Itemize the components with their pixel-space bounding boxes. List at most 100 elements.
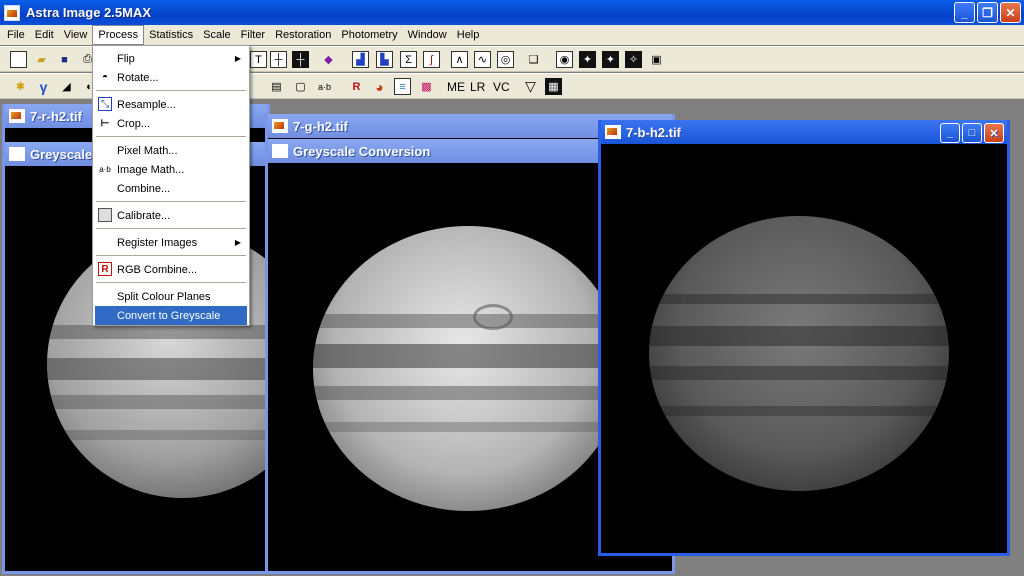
menu-photometry[interactable]: Photometry — [336, 25, 402, 45]
menu-item-label: Resample... — [117, 98, 176, 111]
great-red-spot — [473, 304, 513, 330]
grid-icon[interactable]: ┼ — [270, 51, 287, 68]
menu-item-label: Pixel Math... — [117, 144, 178, 157]
submenu-arrow-icon: ▶ — [234, 238, 241, 247]
red-window-title: 7-r-h2.tif — [30, 108, 82, 124]
save-icon[interactable]: ■ — [56, 51, 73, 68]
menu-help[interactable]: Help — [452, 25, 485, 45]
open-folder-icon[interactable]: ▰ — [33, 51, 50, 68]
star-small-icon[interactable]: ✧ — [625, 51, 642, 68]
blue-window-title: 7-b-h2.tif — [626, 124, 681, 140]
sigma-icon[interactable]: Σ — [400, 51, 417, 68]
app-title-bar[interactable]: Astra Image 2.5MAX _ ❐ ✕ — [0, 0, 1024, 25]
menu-item-split-colour-planes[interactable]: Split Colour Planes — [95, 287, 247, 306]
rgb-icon[interactable]: R — [348, 78, 365, 95]
image-icon — [272, 144, 288, 158]
histogram-stretch-icon[interactable]: ▙ — [376, 51, 393, 68]
menu-item-label: RGB Combine... — [117, 263, 198, 276]
image-math-tool[interactable]: a·b — [318, 78, 331, 95]
menu-separator — [96, 228, 246, 229]
menu-item-resample[interactable]: ⤡ Resample... — [95, 95, 247, 114]
menu-separator — [96, 282, 246, 283]
menu-separator — [96, 90, 246, 91]
minimize-button[interactable]: _ — [954, 2, 975, 23]
menu-item-pixel-math[interactable]: Pixel Math... — [95, 141, 247, 160]
menu-item-label: Split Colour Planes — [117, 290, 211, 303]
menu-file[interactable]: File — [2, 25, 30, 45]
calibrate-tool-icon[interactable]: ▤ — [268, 78, 285, 95]
color-bars-icon[interactable]: ≡ — [394, 78, 411, 95]
window-icon[interactable]: ▣ — [648, 51, 665, 68]
tool-t-icon[interactable]: T — [250, 51, 267, 68]
submenu-arrow-icon: ▶ — [234, 54, 241, 63]
jupiter-blue-image — [649, 216, 949, 491]
star-icon[interactable]: ✦ — [602, 51, 619, 68]
filter-icon[interactable]: ▽ — [522, 78, 539, 95]
gamma-icon[interactable]: γ — [35, 78, 52, 95]
blue-channel-window[interactable]: 7-b-h2.tif _ □ ✕ — [598, 120, 1010, 556]
green-child-title: Greyscale Conversion — [293, 143, 431, 159]
target-icon[interactable]: ◎ — [497, 51, 514, 68]
menu-item-label: Image Math... — [117, 163, 185, 176]
color-wheel-icon[interactable]: ◕ — [371, 78, 388, 95]
menu-item-label: Crop... — [117, 117, 151, 130]
menu-item-crop[interactable]: ⊢ Crop... — [95, 114, 247, 133]
resample-icon: ⤡ — [98, 97, 112, 111]
green-window-title: 7-g-h2.tif — [293, 118, 348, 134]
menu-item-rgb-combine[interactable]: R RGB Combine... — [95, 260, 247, 279]
menu-item-calibrate[interactable]: Calibrate... — [95, 206, 247, 225]
me-button[interactable]: ME — [447, 78, 465, 95]
rings-icon[interactable]: ◉ — [556, 51, 573, 68]
menu-bar: File Edit View Process Statistics Scale … — [0, 25, 1024, 45]
ramp-icon[interactable]: ◢ — [58, 78, 75, 95]
menu-item-label: Combine... — [117, 182, 171, 195]
grid-dark-icon[interactable]: ┼ — [292, 51, 309, 68]
menu-process[interactable]: Process — [92, 25, 145, 45]
menu-item-label: Register Images — [117, 236, 198, 249]
menu-restoration[interactable]: Restoration — [270, 25, 336, 45]
menu-scale[interactable]: Scale — [198, 25, 236, 45]
calibrate-icon — [98, 208, 112, 222]
child-close-button[interactable]: ✕ — [984, 123, 1004, 143]
image-icon — [272, 119, 288, 133]
image-math-icon: a·b — [99, 164, 111, 174]
layers-icon[interactable]: ❑ — [525, 51, 542, 68]
menu-edit[interactable]: Edit — [30, 25, 59, 45]
histogram-icon[interactable]: ▟ — [352, 51, 369, 68]
blue-window-caption[interactable]: 7-b-h2.tif _ □ ✕ — [601, 120, 1007, 144]
grid-tool-icon[interactable]: ▦ — [545, 78, 562, 95]
curve-icon[interactable]: ∧ — [451, 51, 468, 68]
menu-item-rotate[interactable]: ◓ Rotate... — [95, 68, 247, 87]
menu-item-combine[interactable]: Combine... — [95, 179, 247, 198]
levels-icon[interactable]: ∿ — [474, 51, 491, 68]
restore-button[interactable]: ❐ — [977, 2, 998, 23]
menu-item-flip[interactable]: Flip ▶ — [95, 49, 247, 68]
menu-separator — [96, 201, 246, 202]
menu-window[interactable]: Window — [403, 25, 452, 45]
menu-item-label: Rotate... — [117, 71, 159, 84]
vc-button[interactable]: VC — [493, 78, 510, 95]
star-bright-icon[interactable]: ✱ — [12, 78, 29, 95]
menu-statistics[interactable]: Statistics — [144, 25, 198, 45]
menu-item-label: Calibrate... — [117, 209, 171, 222]
menu-item-label: Convert to Greyscale — [117, 309, 221, 322]
image-icon — [9, 109, 25, 123]
blue-image-canvas[interactable] — [601, 144, 1007, 552]
menu-separator — [96, 136, 246, 137]
child-maximize-button[interactable]: □ — [962, 123, 982, 143]
app-title: Astra Image 2.5MAX — [26, 5, 151, 20]
child-minimize-button[interactable]: _ — [940, 123, 960, 143]
menu-filter[interactable]: Filter — [236, 25, 270, 45]
book-icon[interactable]: ◆ — [320, 51, 337, 68]
menu-item-image-math[interactable]: a·b Image Math... — [95, 160, 247, 179]
color-square-icon[interactable]: ▩ — [418, 78, 435, 95]
frame-icon[interactable]: ▢ — [292, 78, 309, 95]
menu-item-convert-to-greyscale[interactable]: Convert to Greyscale — [95, 306, 247, 325]
lr-button[interactable]: LR — [470, 78, 485, 95]
menu-view[interactable]: View — [59, 25, 93, 45]
new-file-icon[interactable] — [10, 51, 27, 68]
function-icon[interactable]: ∫ — [423, 51, 440, 68]
star-c-icon[interactable]: ✦ — [579, 51, 596, 68]
close-button[interactable]: ✕ — [1000, 2, 1021, 23]
menu-item-register-images[interactable]: Register Images ▶ — [95, 233, 247, 252]
